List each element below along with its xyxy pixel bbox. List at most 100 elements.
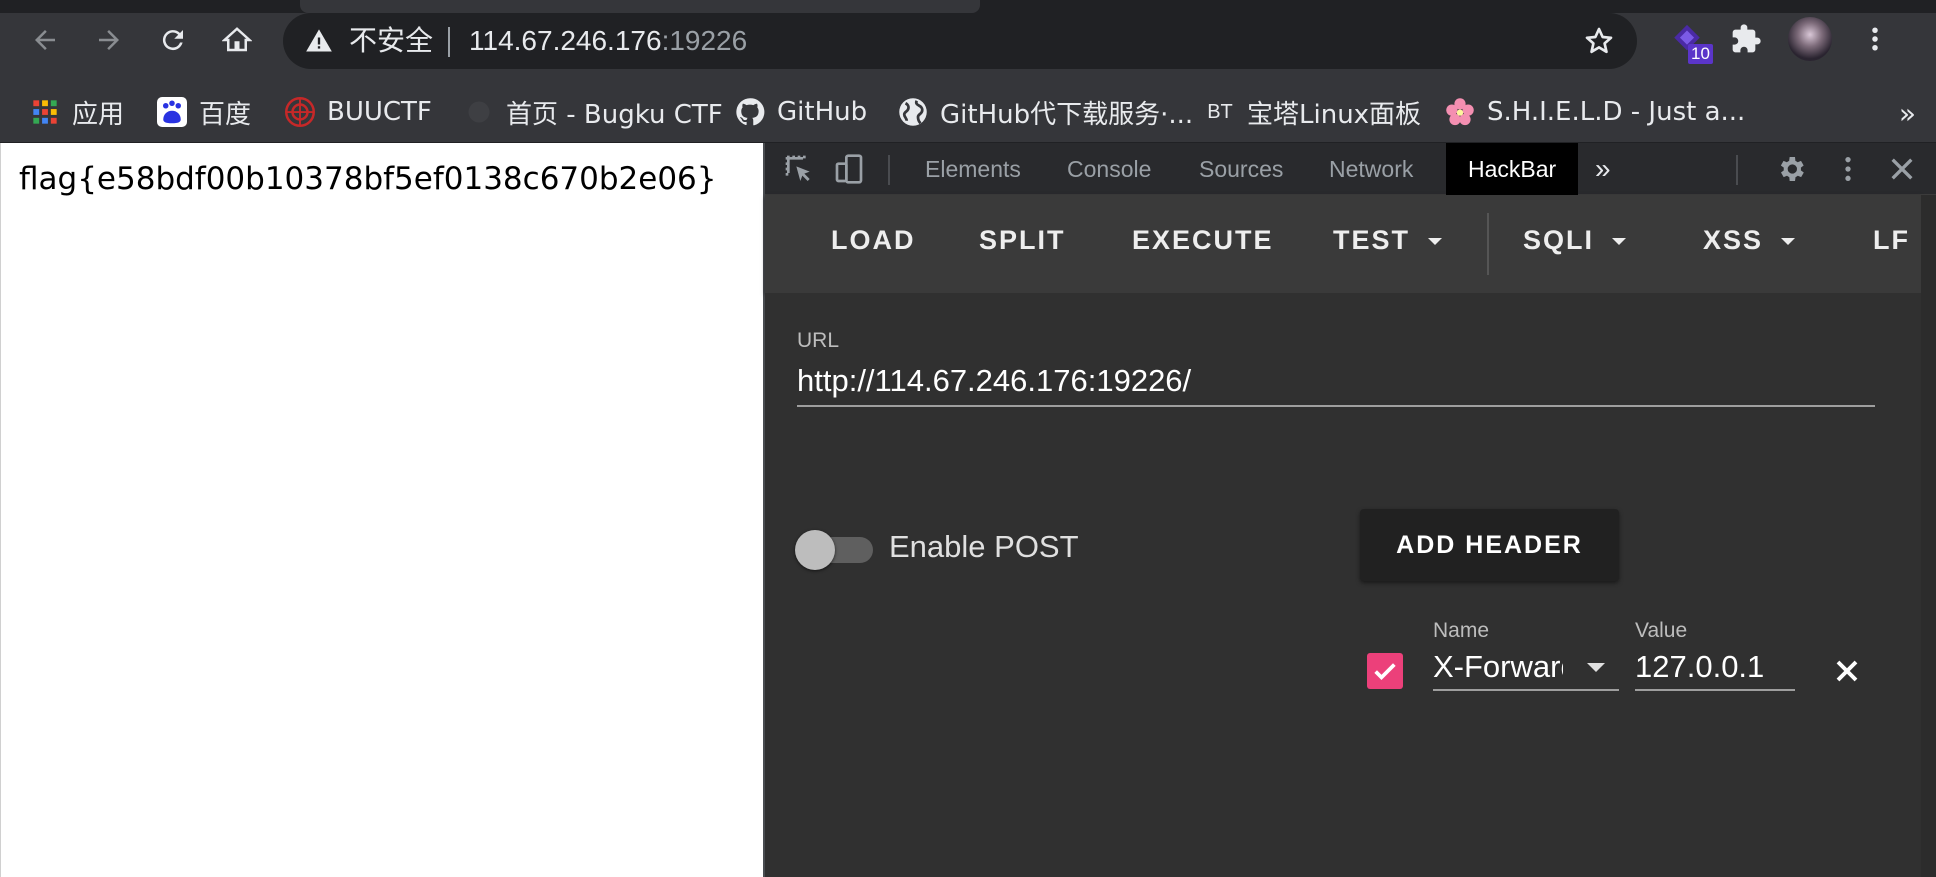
bookmark-buuctf[interactable]: BUUCTF xyxy=(285,91,432,133)
test-menu-label: TEST xyxy=(1333,225,1411,255)
tab-bar-divider xyxy=(888,155,890,185)
chevron-down-icon xyxy=(1781,238,1796,246)
forward-button[interactable] xyxy=(88,19,130,61)
load-button[interactable]: LOAD xyxy=(831,225,916,256)
flag-text: flag{e58bdf00b10378bf5ef0138c670b2e06} xyxy=(19,161,717,197)
more-vertical-icon xyxy=(1872,27,1878,51)
tab-strip xyxy=(0,0,1936,13)
bt-icon: BT xyxy=(1207,100,1233,123)
enable-post-label: Enable POST xyxy=(889,529,1079,564)
header-enabled-checkbox[interactable] xyxy=(1367,653,1403,689)
hackbar-scrollbar[interactable] xyxy=(1921,195,1936,877)
security-status-label[interactable]: 不安全 xyxy=(349,23,433,59)
url-label: URL xyxy=(797,329,840,352)
more-vertical-icon[interactable] xyxy=(1832,153,1864,185)
chevron-down-icon xyxy=(1428,238,1443,246)
close-icon[interactable] xyxy=(1886,153,1918,185)
hackbar-main: URL Enable POST ADD HEADER Name X-Forwar… xyxy=(765,293,1921,877)
arrow-left-icon xyxy=(35,30,55,50)
split-button[interactable]: SPLIT xyxy=(979,225,1066,256)
inspect-element-icon[interactable] xyxy=(783,153,815,185)
extension-badge: 10 xyxy=(1688,44,1713,64)
globe-icon xyxy=(898,97,928,127)
checkmark-icon xyxy=(1374,663,1396,681)
tab-network[interactable]: Network xyxy=(1329,143,1413,195)
bookmark-baidu[interactable]: 百度 xyxy=(157,91,251,133)
back-button[interactable] xyxy=(24,19,66,61)
bookmarks-bar: 应用 百度 BUUCTF 首页 - Bugku CTF GitHub GitHu… xyxy=(0,81,1936,143)
tab-hackbar[interactable]: HackBar xyxy=(1446,143,1579,195)
active-tab-edge xyxy=(300,0,980,13)
sqli-menu-label: SQLI xyxy=(1523,225,1595,255)
puzzle-icon xyxy=(1732,24,1761,53)
bookmark-github[interactable]: GitHub xyxy=(735,91,867,133)
header-value-input[interactable]: 127.0.0.1 xyxy=(1635,643,1795,691)
bookmark-label: 宝塔Linux面板 xyxy=(1247,99,1422,130)
tab-console[interactable]: Console xyxy=(1067,143,1151,195)
flower-icon xyxy=(1445,97,1475,127)
bookmark-bt-panel[interactable]: BT 宝塔Linux面板 xyxy=(1205,91,1421,133)
browser-menu-button[interactable] xyxy=(1852,16,1898,62)
hackbar-toolbar: LOAD SPLIT EXECUTE TEST SQLI XSS LF xyxy=(765,195,1921,293)
buuctf-icon xyxy=(285,97,315,127)
enable-post-toggle[interactable] xyxy=(795,527,875,570)
url-input[interactable] xyxy=(797,357,1875,407)
bookmark-apps[interactable]: 应用 xyxy=(30,91,124,133)
toolbar-divider xyxy=(1487,213,1489,275)
browser-toolbar: 不安全 114.67.246.176:19226 10 xyxy=(0,0,1936,81)
warning-icon xyxy=(306,29,332,52)
tab-bar-divider xyxy=(1736,155,1738,185)
github-icon xyxy=(735,97,765,127)
profile-avatar[interactable] xyxy=(1788,17,1832,61)
toggle-knob xyxy=(795,530,835,570)
tab-elements[interactable]: Elements xyxy=(925,143,1021,195)
xss-menu-button[interactable]: XSS xyxy=(1703,225,1796,256)
bookmark-shield[interactable]: S.H.I.E.L.D - Just a... xyxy=(1445,91,1745,133)
address-url[interactable]: 114.67.246.176:19226 xyxy=(469,23,747,59)
reload-icon xyxy=(162,30,183,51)
gear-icon[interactable] xyxy=(1775,153,1807,185)
execute-button[interactable]: EXECUTE xyxy=(1132,225,1274,256)
tab-sources[interactable]: Sources xyxy=(1199,143,1283,195)
chevron-down-icon xyxy=(1612,238,1627,246)
bookmark-label: 应用 xyxy=(72,99,125,130)
header-value-text: 127.0.0.1 xyxy=(1635,649,1765,684)
bookmark-star-icon[interactable] xyxy=(1583,25,1615,57)
extensions-menu-button[interactable] xyxy=(1723,16,1769,62)
bookmark-label: S.H.I.E.L.D - Just a... xyxy=(1487,97,1746,127)
bookmark-label: BUUCTF xyxy=(327,97,432,127)
header-name-select[interactable]: X-Forwarded-For xyxy=(1433,643,1619,691)
chevron-down-icon xyxy=(1587,663,1605,672)
more-tabs-button[interactable]: » xyxy=(1595,143,1611,195)
apps-grid-icon xyxy=(30,97,60,127)
home-button[interactable] xyxy=(216,19,258,61)
bookmark-bugku[interactable]: 首页 - Bugku CTF xyxy=(464,91,723,133)
bookmark-label: 首页 - Bugku CTF xyxy=(506,99,723,130)
devtools-tab-bar: Elements Console Sources Network HackBar… xyxy=(765,143,1936,195)
xss-menu-label: XSS xyxy=(1703,225,1764,255)
extension-hackbar-button[interactable]: 10 xyxy=(1664,16,1713,64)
omnibox-separator xyxy=(448,27,450,57)
bookmarks-overflow-button[interactable]: » xyxy=(1899,97,1916,130)
devtools-panel: Elements Console Sources Network HackBar… xyxy=(763,143,1936,877)
header-name-value: X-Forwarded-For xyxy=(1433,649,1563,684)
bookmark-label: GitHub代下载服务·... xyxy=(940,99,1194,130)
address-host: 114.67.246.176 xyxy=(469,25,662,56)
device-toolbar-icon[interactable] xyxy=(833,153,865,185)
reload-button[interactable] xyxy=(152,19,194,61)
arrow-right-icon xyxy=(99,30,119,50)
bookmark-label: 百度 xyxy=(199,99,252,130)
header-name-label: Name xyxy=(1433,619,1490,642)
add-header-button[interactable]: ADD HEADER xyxy=(1360,509,1619,581)
lfi-menu-button[interactable]: LF xyxy=(1873,225,1910,256)
home-icon xyxy=(222,27,252,52)
remove-header-icon[interactable] xyxy=(1829,653,1865,689)
bugku-icon xyxy=(464,97,494,127)
bookmark-github-proxy[interactable]: GitHub代下载服务·... xyxy=(898,91,1193,133)
page-viewport: flag{e58bdf00b10378bf5ef0138c670b2e06} xyxy=(0,143,763,877)
baidu-icon xyxy=(157,97,187,127)
address-port: :19226 xyxy=(661,25,748,56)
sqli-menu-button[interactable]: SQLI xyxy=(1523,225,1627,256)
address-bar[interactable]: 不安全 114.67.246.176:19226 xyxy=(283,13,1637,69)
test-menu-button[interactable]: TEST xyxy=(1333,225,1443,256)
